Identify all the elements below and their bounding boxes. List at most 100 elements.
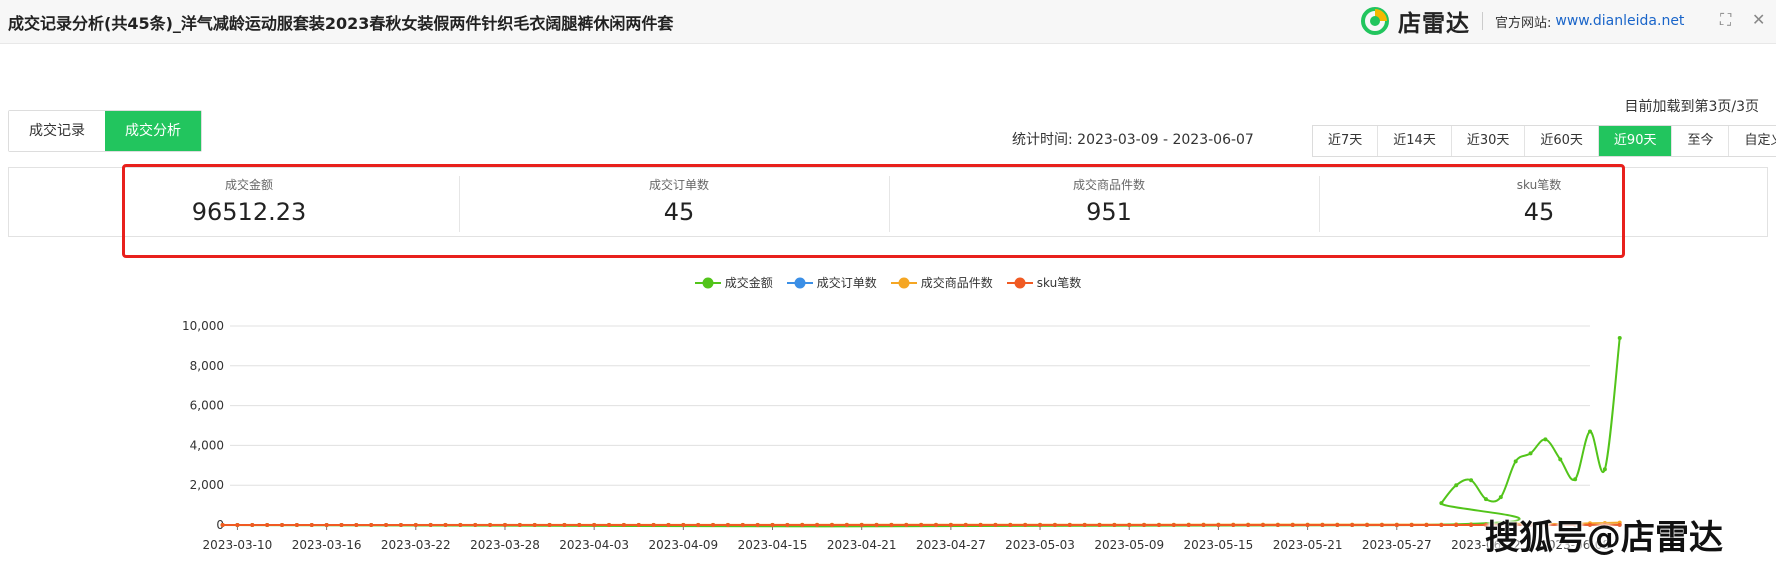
data-point <box>1082 522 1087 527</box>
x-tick-label: 2023-04-21 <box>827 538 897 552</box>
data-point <box>934 522 939 527</box>
y-tick-label: 6,000 <box>190 399 224 413</box>
data-point <box>607 522 612 527</box>
legend-item-items[interactable]: 成交商品件数 <box>890 274 993 291</box>
data-point <box>1156 522 1161 527</box>
data-point <box>1320 522 1325 527</box>
data-point <box>1008 522 1013 527</box>
data-point <box>889 522 894 527</box>
data-point <box>1498 495 1503 500</box>
data-point <box>1573 477 1578 482</box>
data-point <box>517 522 522 527</box>
legend-marker-icon <box>890 277 917 288</box>
data-point <box>1171 522 1176 527</box>
brand-name: 店雷达 <box>1398 11 1470 37</box>
x-tick-label: 2023-04-15 <box>738 538 808 552</box>
data-point <box>502 522 507 527</box>
data-point <box>592 522 597 527</box>
data-point <box>250 522 255 527</box>
divider <box>1482 12 1483 30</box>
x-tick-label: 2023-03-28 <box>470 538 540 552</box>
legend-label: 成交订单数 <box>816 276 877 290</box>
data-point <box>621 522 626 527</box>
legend-label: sku笔数 <box>1036 276 1082 290</box>
x-tick-label: 2023-04-27 <box>916 538 986 552</box>
range-14-days[interactable]: 近14天 <box>1378 126 1452 156</box>
data-point <box>1112 522 1117 527</box>
official-site-label: 官方网站: <box>1495 15 1552 31</box>
data-point <box>1409 522 1414 527</box>
data-point <box>1558 457 1563 462</box>
y-tick-label: 10,000 <box>182 319 224 333</box>
data-point <box>235 522 240 527</box>
data-point <box>740 522 745 527</box>
range-custom[interactable]: 自定义 <box>1729 126 1776 156</box>
data-point <box>815 522 820 527</box>
data-point <box>1617 335 1622 340</box>
data-point <box>636 522 641 527</box>
data-point <box>993 522 998 527</box>
range-7-days[interactable]: 近7天 <box>1313 126 1379 156</box>
range-90-days[interactable]: 近90天 <box>1598 126 1673 156</box>
legend-marker-icon <box>1006 277 1033 288</box>
data-point <box>978 522 983 527</box>
watermark: 搜狐号@店雷达 <box>1485 518 1723 558</box>
x-tick-label: 2023-05-27 <box>1362 538 1432 552</box>
data-point <box>220 523 225 527</box>
y-tick-label: 8,000 <box>190 359 224 373</box>
data-point <box>904 522 909 527</box>
range-to-date[interactable]: 至今 <box>1672 126 1730 156</box>
y-tick-label: 2,000 <box>190 478 224 492</box>
data-point <box>1513 459 1518 464</box>
data-point <box>1290 522 1295 527</box>
data-point <box>1142 522 1147 527</box>
data-point <box>294 522 299 527</box>
legend-item-amount[interactable]: 成交金额 <box>694 274 773 291</box>
data-point <box>428 522 433 527</box>
data-point <box>309 522 314 527</box>
data-point <box>666 522 671 527</box>
data-point <box>1602 467 1607 472</box>
legend-item-sku[interactable]: sku笔数 <box>1006 274 1082 291</box>
data-point <box>1379 522 1384 527</box>
official-site-link[interactable]: www.dianleida.net <box>1555 13 1684 29</box>
close-icon[interactable]: ✕ <box>1752 10 1765 29</box>
data-point <box>1201 522 1206 527</box>
legend-item-orders[interactable]: 成交订单数 <box>786 274 877 291</box>
data-point <box>696 522 701 527</box>
range-30-days[interactable]: 近30天 <box>1451 126 1526 156</box>
data-point <box>1439 522 1444 527</box>
data-point <box>785 522 790 527</box>
legend-marker-icon <box>694 277 721 288</box>
data-point <box>725 522 730 527</box>
data-point <box>1454 483 1459 488</box>
data-point <box>339 522 344 527</box>
brand-area: 店雷达 官方网站: www.dianleida.net <box>1360 4 1684 38</box>
data-point <box>1365 522 1370 527</box>
legend-marker-icon <box>786 277 813 288</box>
data-point <box>919 522 924 527</box>
x-tick-label: 2023-04-03 <box>559 538 629 552</box>
chart-legend: 成交金额 成交订单数 成交商品件数 sku笔数 <box>0 274 1776 291</box>
data-point <box>265 522 270 527</box>
data-point <box>532 522 537 527</box>
maximize-icon[interactable]: ⛶ <box>1720 10 1731 30</box>
data-point <box>1246 522 1251 527</box>
range-60-days[interactable]: 近60天 <box>1525 126 1599 156</box>
data-point <box>1454 522 1459 527</box>
data-point <box>770 522 775 527</box>
y-tick-label: 4,000 <box>190 438 224 452</box>
tab-transaction-analysis[interactable]: 成交分析 <box>105 111 201 151</box>
data-point <box>354 522 359 527</box>
data-point <box>1335 522 1340 527</box>
data-point <box>651 522 656 527</box>
statistics-time: 统计时间: 2023-03-09 - 2023-06-07 <box>1012 132 1254 148</box>
data-point <box>458 522 463 527</box>
data-point <box>800 522 805 527</box>
data-point <box>1023 522 1028 527</box>
data-point <box>1543 437 1548 442</box>
data-point <box>413 522 418 527</box>
data-point <box>755 522 760 527</box>
data-point <box>443 522 448 527</box>
tab-transaction-records[interactable]: 成交记录 <box>9 111 105 151</box>
